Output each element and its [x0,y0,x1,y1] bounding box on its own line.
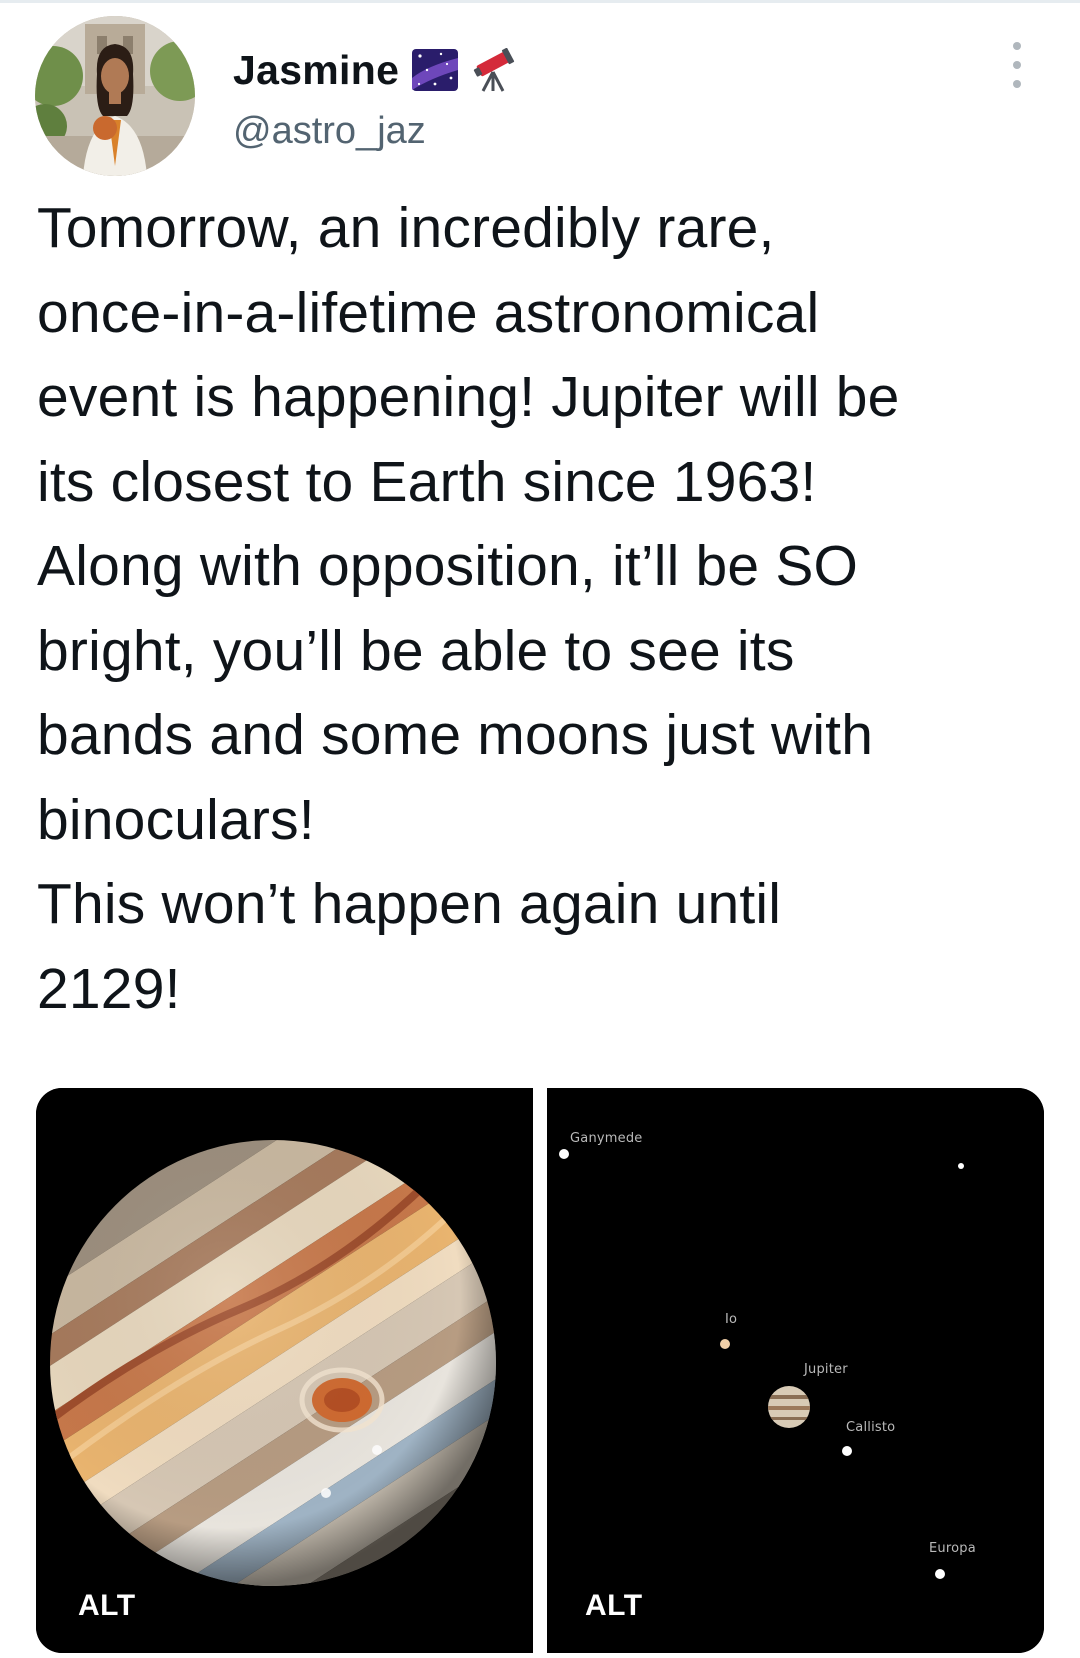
alt-badge[interactable]: ALT [70,1585,144,1627]
tweet-media: ALT Ganymede Io Jupiter Callisto Europa … [36,1088,1044,1653]
author-handle[interactable]: @astro_jaz [233,110,426,153]
alt-badge[interactable]: ALT [577,1585,651,1627]
callisto-label: Callisto [846,1420,896,1435]
telescope-icon [471,48,517,92]
display-name[interactable]: Jasmine [233,47,399,94]
io-label: Io [725,1312,738,1327]
milky-way-icon [411,48,459,92]
europa-label: Europa [929,1541,976,1556]
tweet-text: Tomorrow, an incredibly rare, once-in-a-… [37,196,900,1021]
jupiter-label: Jupiter [804,1362,848,1377]
jupiter-moons-image [547,1088,1044,1653]
avatar[interactable] [35,16,195,176]
media-jupiter-moons-photo[interactable]: Ganymede Io Jupiter Callisto Europa ALT [547,1088,1044,1653]
author-name-row[interactable]: Jasmine [233,40,517,100]
media-jupiter-photo[interactable]: ALT [36,1088,533,1653]
avatar-photo [35,16,195,176]
more-options-icon[interactable] [1002,42,1032,88]
ganymede-label: Ganymede [570,1131,643,1146]
jupiter-image [36,1088,533,1653]
top-divider [0,0,1080,3]
